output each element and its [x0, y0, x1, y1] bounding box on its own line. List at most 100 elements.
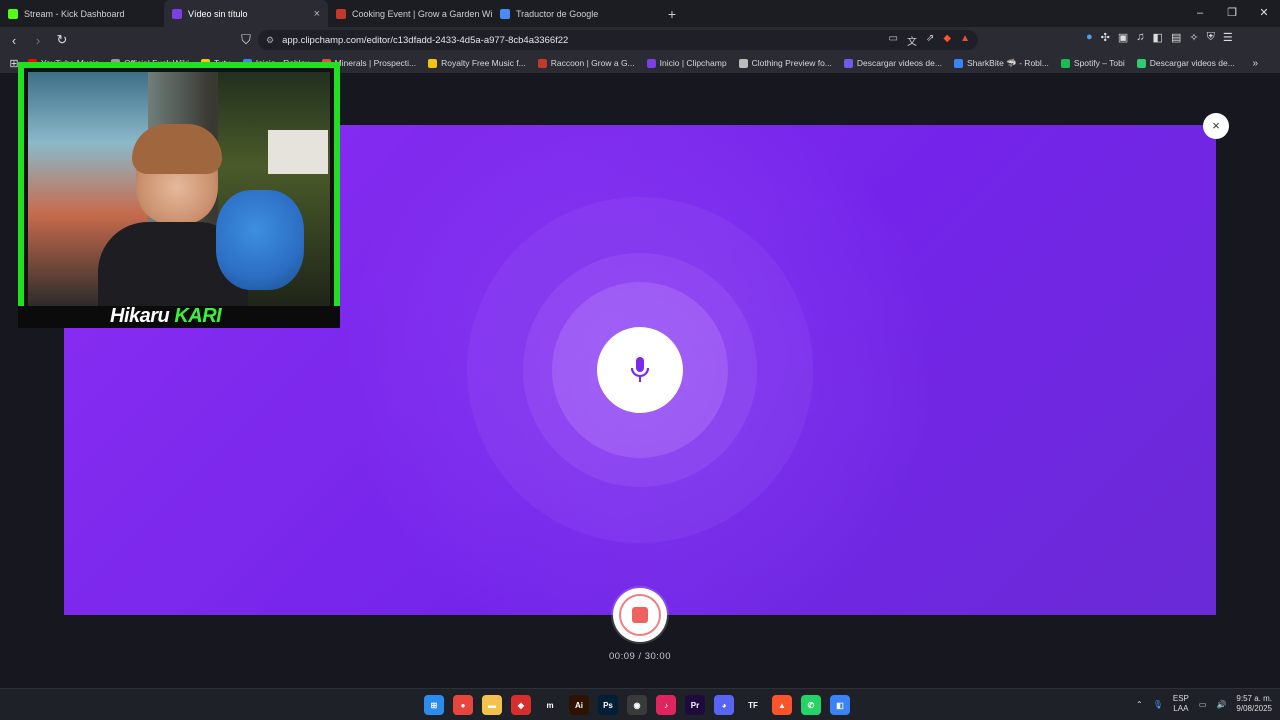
bookmark-favicon-icon [428, 58, 438, 68]
volume-icon[interactable]: 🔊 [1216, 700, 1226, 709]
restore-icon[interactable]: ❐ [1216, 0, 1248, 27]
clock-time: 9:57 a. m. [1236, 694, 1272, 703]
microphone-button[interactable] [597, 327, 683, 413]
screenshot-icon[interactable]: ▣ [1118, 31, 1128, 44]
sign-card [268, 130, 328, 174]
streamer-name-second: KARI [174, 305, 222, 327]
illustrator-icon[interactable]: Ai [569, 695, 589, 715]
new-tab-button[interactable]: + [662, 6, 682, 22]
close-tab-icon[interactable]: × [314, 8, 320, 20]
translate-icon[interactable]: 文 [907, 33, 917, 48]
tab-video-sin-titulo[interactable]: Vídeo sin título × [164, 0, 328, 27]
forward-icon[interactable]: › [28, 33, 48, 48]
recording-timer: 00:09 / 30:00 [609, 651, 671, 662]
windows-start-icon[interactable]: ⊞ [424, 695, 444, 715]
person-hair [132, 124, 222, 174]
bookmark-label: Inicio | Clipchamp [659, 58, 727, 68]
tiktok-icon[interactable]: ♪ [656, 695, 676, 715]
obs-icon[interactable]: ◉ [627, 695, 647, 715]
share-icon[interactable]: ⇗ [926, 33, 934, 48]
brave-shields-icon[interactable]: ◆ [943, 33, 951, 48]
leo-icon[interactable]: ✧ [1189, 31, 1198, 44]
vpn-icon[interactable]: ● [1086, 31, 1093, 44]
app-m-icon[interactable]: m [540, 695, 560, 715]
tab-label: Vídeo sin título [188, 8, 248, 19]
close-recorder-button[interactable]: × [1203, 113, 1229, 139]
whatsapp-icon[interactable]: ✆ [801, 695, 821, 715]
reload-icon[interactable]: ↻ [52, 32, 72, 48]
webcam-video [28, 72, 330, 308]
brave-rewards-icon[interactable]: ▲ [960, 33, 970, 48]
url-field[interactable]: ⚙ app.clipchamp.com/editor/c13dfadd-2433… [258, 30, 978, 50]
shield-icon[interactable]: ⛨ [1207, 31, 1215, 44]
taskbar-apps: ⊞ ● ▬ ◆ m Ai Ps ◉ ♪ Pr ◕ TF ▲ ✆ ◧ [424, 695, 850, 715]
tray-overflow-icon[interactable]: ⌃ [1136, 700, 1143, 709]
roblox-studio-icon[interactable]: ◧ [830, 695, 850, 715]
bookmark-label: SharkBite 🦈 - Robl... [966, 57, 1049, 68]
bookmark-favicon-icon [953, 58, 963, 68]
bookmark-item[interactable]: Inicio | Clipchamp [646, 58, 727, 68]
tab-google-translate[interactable]: Traductor de Google [492, 0, 656, 27]
brave-icon[interactable]: ▲ [772, 695, 792, 715]
media-icon[interactable]: ♫ [1136, 31, 1144, 44]
cast-icon[interactable]: ▭ [889, 33, 898, 48]
minimize-icon[interactable]: – [1184, 0, 1216, 27]
photoshop-icon[interactable]: Ps [598, 695, 618, 715]
bookmark-label: Minerals | Prospecti... [334, 58, 417, 68]
tab-kick-dashboard[interactable]: Stream - Kick Dashboard [0, 0, 164, 27]
windows-taskbar: ⊞ ● ▬ ◆ m Ai Ps ◉ ♪ Pr ◕ TF ▲ ✆ ◧ ⌃ 🎙 ESP LAA ▭ 🔊 9:57… [0, 688, 1280, 720]
clipchamp-favicon-icon [172, 8, 182, 19]
bookmark-label: Descargar videos de... [856, 58, 942, 68]
sidebar-icon[interactable]: ◧ [1153, 31, 1163, 44]
tab-label: Cooking Event | Grow a Garden Wiki [352, 8, 492, 19]
tab-bar: Stream - Kick Dashboard Vídeo sin título… [0, 0, 1280, 27]
menu-icon[interactable]: ☰ [1223, 31, 1233, 44]
more-bookmarks-icon[interactable]: » [1252, 58, 1258, 69]
microphone-icon [630, 357, 650, 382]
chrome-icon[interactable]: ● [453, 695, 473, 715]
stop-recording-button[interactable] [613, 588, 667, 642]
bookmark-favicon-icon [1136, 58, 1146, 68]
tab-label: Traductor de Google [516, 8, 599, 19]
bookmark-favicon-icon [537, 58, 547, 68]
translate-favicon-icon [500, 8, 510, 19]
bookmark-label: Spotify – Tobi [1073, 58, 1125, 68]
file-explorer-icon[interactable]: ▬ [482, 695, 502, 715]
bookmark-item[interactable]: Descargar videos de... [843, 58, 942, 68]
streamer-name-first: Hikaru [110, 305, 175, 327]
streamer-name: Hikaru KARI [110, 305, 222, 328]
clock[interactable]: 9:57 a. m. 9/08/2025 [1236, 694, 1272, 714]
bookmark-favicon-icon [843, 58, 853, 68]
bookmark-label: Royalty Free Music f... [441, 58, 526, 68]
bookmark-item[interactable]: Raccoon | Grow a G... [537, 58, 635, 68]
network-icon[interactable]: ▭ [1199, 700, 1207, 709]
bookmark-item[interactable]: SharkBite 🦈 - Robl... [953, 57, 1049, 69]
system-tray: ⌃ 🎙 ESP LAA ▭ 🔊 9:57 a. m. 9/08/2025 [1136, 694, 1272, 714]
bookmark-favicon-icon [738, 58, 748, 68]
extensions-icon[interactable]: ✣ [1101, 31, 1110, 44]
bookmark-item[interactable]: Clothing Preview fo... [738, 58, 832, 68]
stop-icon [632, 607, 648, 623]
bookmark-item[interactable]: Spotify – Tobi [1060, 58, 1125, 68]
wallet-icon[interactable]: ▤ [1171, 31, 1181, 44]
bookmark-icon[interactable]: ⛉ [236, 32, 256, 48]
window-controls: – ❐ ✕ [1184, 0, 1280, 27]
app-red-icon[interactable]: ◆ [511, 695, 531, 715]
tf-icon[interactable]: TF [743, 695, 763, 715]
back-icon[interactable]: ‹ [4, 33, 24, 48]
premiere-icon[interactable]: Pr [685, 695, 705, 715]
bookmark-item[interactable]: Descargar videos de... [1136, 58, 1235, 68]
tab-cooking-event[interactable]: Cooking Event | Grow a Garden Wiki [328, 0, 492, 27]
language-indicator[interactable]: ESP LAA [1173, 694, 1189, 714]
address-bar: ‹ › ↻ ⛉ ⚙ app.clipchamp.com/editor/c13df… [0, 27, 1280, 53]
discord-icon[interactable]: ◕ [714, 695, 734, 715]
bookmark-item[interactable]: Royalty Free Music f... [428, 58, 526, 68]
keyboard-layout: LAA [1173, 704, 1189, 713]
close-window-icon[interactable]: ✕ [1248, 0, 1280, 27]
url-text: app.clipchamp.com/editor/c13dfadd-2433-4… [282, 34, 569, 46]
bookmark-label: Raccoon | Grow a G... [550, 58, 635, 68]
plush-toy [216, 190, 304, 290]
site-info-icon[interactable]: ⚙ [266, 35, 274, 46]
mic-tray-icon[interactable]: 🎙 [1153, 700, 1163, 709]
bookmark-label: Descargar videos de... [1149, 58, 1235, 68]
